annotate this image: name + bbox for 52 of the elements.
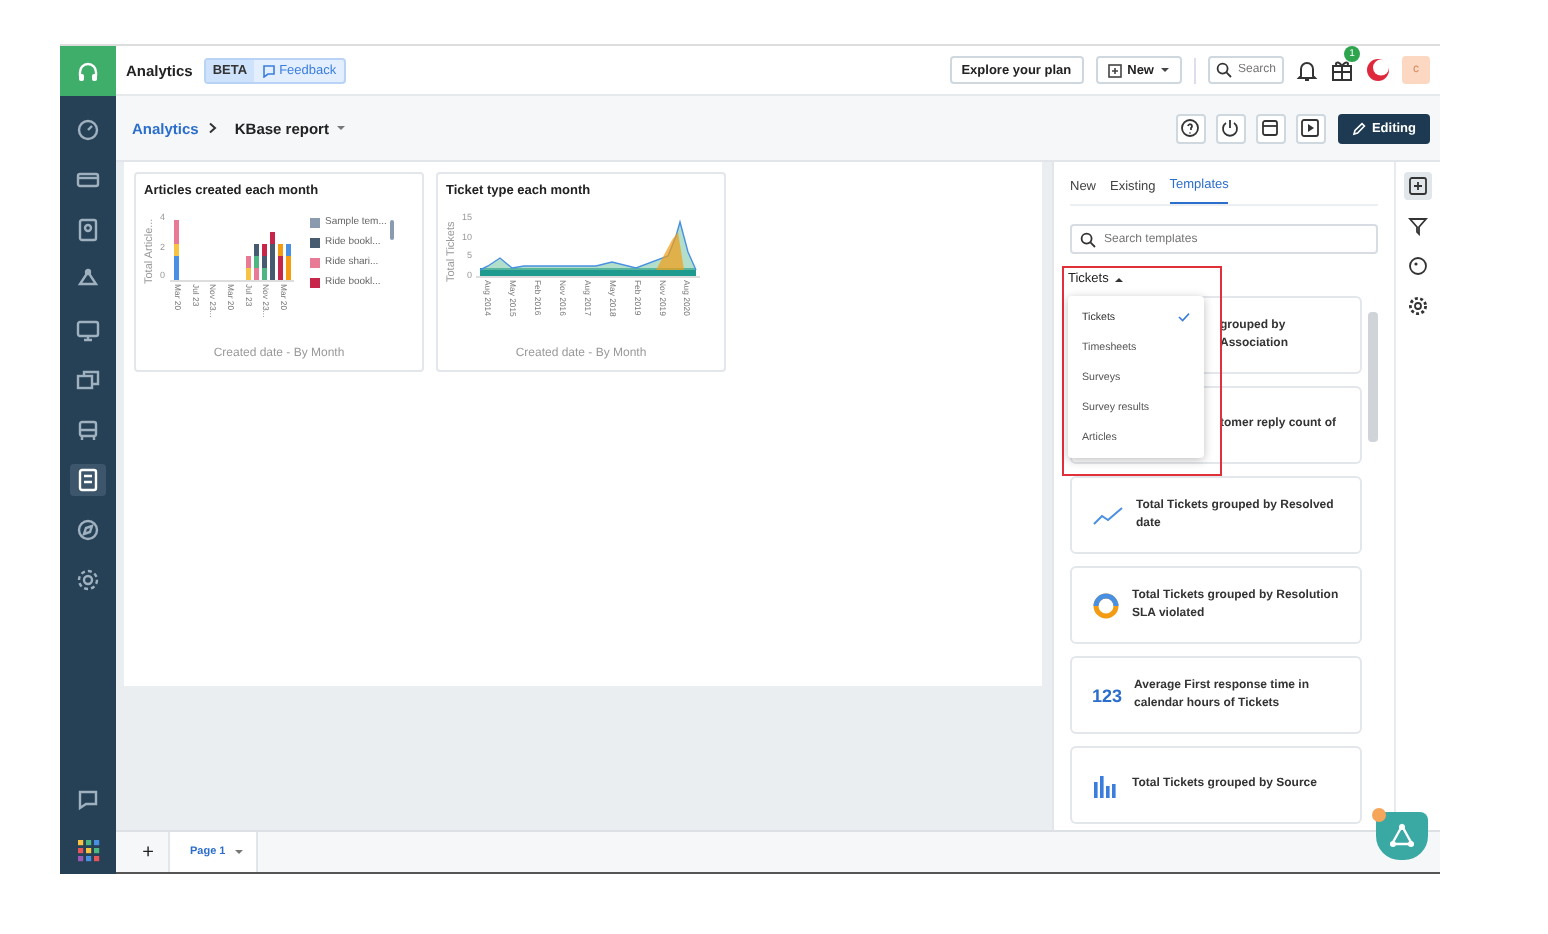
compass-icon bbox=[76, 518, 100, 542]
app-grid-icon bbox=[76, 838, 100, 862]
bar-chart-icon bbox=[1092, 773, 1120, 797]
envelope-icon bbox=[76, 168, 100, 192]
bus-icon bbox=[76, 418, 100, 442]
headset-icon bbox=[76, 59, 100, 83]
monitor-icon bbox=[76, 318, 100, 342]
caret-up-icon bbox=[1114, 275, 1125, 283]
gift-icon[interactable] bbox=[1330, 58, 1354, 82]
toolbar-button[interactable] bbox=[1175, 113, 1206, 143]
add-page-button[interactable]: + bbox=[128, 832, 168, 872]
plus-square-icon bbox=[1107, 63, 1122, 77]
gear-icon bbox=[76, 568, 100, 592]
notification-dot bbox=[1372, 808, 1386, 822]
search-icon bbox=[1080, 231, 1096, 247]
caret-icon bbox=[336, 124, 347, 132]
gauge-icon bbox=[76, 118, 100, 142]
caret-icon bbox=[1160, 66, 1170, 74]
legend-scrollbar bbox=[390, 220, 395, 240]
report-icon bbox=[76, 468, 100, 492]
donut-chart-icon bbox=[1092, 591, 1120, 619]
caret-icon bbox=[233, 848, 244, 856]
toolbar-button[interactable] bbox=[1295, 113, 1326, 143]
toolbar-button[interactable] bbox=[1215, 113, 1246, 143]
network-icon bbox=[1388, 822, 1416, 850]
search-icon bbox=[1216, 62, 1232, 78]
comment-icon bbox=[261, 63, 276, 77]
bell-icon[interactable] bbox=[1296, 58, 1318, 82]
power-icon bbox=[1220, 118, 1241, 138]
pencil-icon bbox=[1351, 121, 1366, 135]
help-icon bbox=[1180, 118, 1201, 138]
gear-icon bbox=[1408, 296, 1428, 316]
calendar-icon bbox=[1260, 118, 1281, 138]
play-icon bbox=[1300, 118, 1321, 138]
chevron-icon bbox=[208, 122, 219, 134]
scrollbar bbox=[1368, 312, 1378, 442]
toolbar-button[interactable] bbox=[1255, 113, 1286, 143]
number-icon: 123 bbox=[1092, 685, 1123, 705]
rail-button[interactable] bbox=[1404, 292, 1432, 320]
add-widget-icon bbox=[1408, 176, 1428, 196]
windows-icon bbox=[76, 368, 100, 392]
moon-logo-icon[interactable] bbox=[1366, 58, 1390, 82]
line-chart-icon bbox=[1092, 505, 1124, 525]
rail-button[interactable] bbox=[1404, 172, 1432, 200]
assistant-button[interactable] bbox=[1376, 812, 1428, 860]
sidebar-item[interactable] bbox=[70, 464, 106, 496]
filter-icon bbox=[1408, 216, 1428, 236]
check-icon bbox=[1178, 312, 1190, 322]
chat-icon bbox=[76, 788, 100, 812]
rail-button[interactable] bbox=[1404, 252, 1432, 280]
rail-button[interactable] bbox=[1404, 212, 1432, 240]
contact-card-icon bbox=[76, 218, 100, 242]
